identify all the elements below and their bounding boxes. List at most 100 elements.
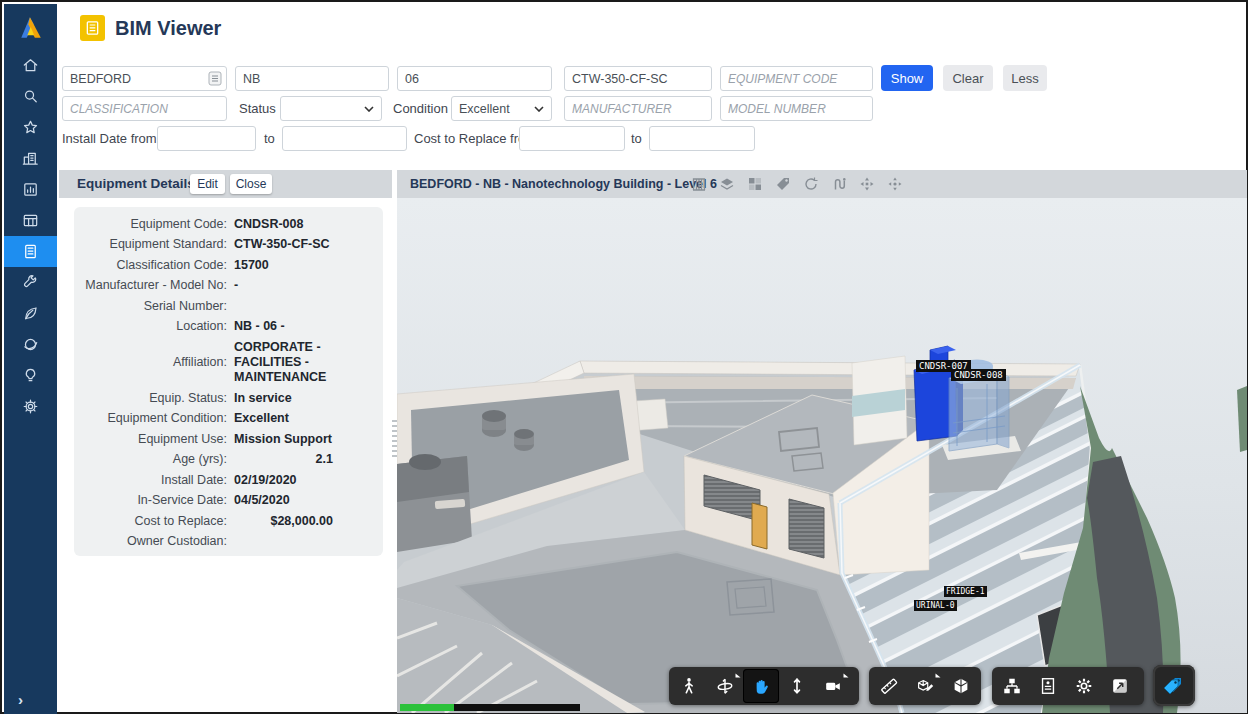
move-icon[interactable] xyxy=(859,176,875,192)
pipe-icon[interactable] xyxy=(831,176,847,192)
site-picker-icon[interactable] xyxy=(208,71,222,90)
cube-tool-button[interactable] xyxy=(943,669,979,703)
table-icon xyxy=(21,211,40,230)
tag-icon[interactable] xyxy=(775,176,791,192)
edit-button[interactable]: Edit xyxy=(190,174,225,194)
sidebar-item-space[interactable] xyxy=(4,329,57,360)
fullscreen-button[interactable] xyxy=(1102,669,1138,703)
cost-to-input[interactable] xyxy=(649,126,755,151)
install-date-to-input[interactable] xyxy=(282,126,407,151)
detail-value: - xyxy=(234,278,238,293)
clear-button[interactable]: Clear xyxy=(943,65,993,91)
properties-panel-button[interactable] xyxy=(1030,669,1066,703)
detail-label: Location: xyxy=(74,319,234,334)
detail-label: Equip. Status: xyxy=(74,391,234,406)
detail-label: Owner Custodian: xyxy=(74,534,234,549)
install-date-from-input[interactable] xyxy=(157,126,256,151)
condition-select[interactable]: Excellent xyxy=(451,96,552,121)
detail-row: Serial Number: xyxy=(74,296,383,317)
load-progress-bar xyxy=(400,704,580,711)
sidebar-item-energy[interactable] xyxy=(4,360,57,391)
equipment-label-urinal[interactable]: URINAL-0 xyxy=(914,600,957,611)
home-icon xyxy=(21,56,40,75)
close-button[interactable]: Close xyxy=(230,174,272,194)
site-input[interactable] xyxy=(62,66,227,91)
equipment-code-input[interactable] xyxy=(720,66,873,91)
equipment-label-fridge[interactable]: FRIDGE-1 xyxy=(944,586,987,597)
camera-tool-button[interactable] xyxy=(815,669,851,703)
detail-value: 15700 xyxy=(234,258,269,273)
sidebar-item-tools[interactable] xyxy=(4,267,57,298)
status-select[interactable] xyxy=(280,96,382,121)
sidebar-item-reports[interactable] xyxy=(4,174,57,205)
elevate-tool-button[interactable] xyxy=(779,669,815,703)
detail-label: In-Service Date: xyxy=(74,493,234,508)
sidebar-item-bim-viewer[interactable] xyxy=(4,236,57,267)
condition-select-value: Excellent xyxy=(459,102,510,116)
model-tree-button[interactable] xyxy=(994,669,1030,703)
sidebar-item-table[interactable] xyxy=(4,205,57,236)
floor-input[interactable] xyxy=(397,66,552,91)
manufacturer-input[interactable] xyxy=(564,96,712,121)
wrench-icon xyxy=(21,273,40,292)
logo-icon xyxy=(18,14,44,40)
detail-row: Age (yrs):2.1 xyxy=(74,450,383,471)
classification-input[interactable] xyxy=(62,96,227,121)
sidebar-item-favorites[interactable] xyxy=(4,112,57,143)
sidebar-item-settings[interactable] xyxy=(4,391,57,422)
orbit-refresh-icon[interactable] xyxy=(803,176,819,192)
bim-viewer-icon xyxy=(21,242,40,261)
gear-icon xyxy=(21,397,40,416)
cost-from-input[interactable] xyxy=(519,126,625,151)
detail-label: Equipment Condition: xyxy=(74,411,234,426)
show-button[interactable]: Show xyxy=(881,65,933,91)
sidebar-item-sustainability[interactable] xyxy=(4,298,57,329)
measure-tool-button[interactable] xyxy=(871,669,907,703)
tags-toggle-button[interactable] xyxy=(1153,665,1195,706)
detail-label: Equipment Standard: xyxy=(74,237,234,252)
detail-value: 02/19/2020 xyxy=(234,473,297,488)
viewports-icon[interactable] xyxy=(747,176,763,192)
building-icon[interactable] xyxy=(691,176,707,192)
detail-label: Age (yrs): xyxy=(74,452,234,467)
sidebar-item-search[interactable] xyxy=(4,81,57,112)
equipment-standard-input[interactable] xyxy=(564,66,712,91)
model-number-input[interactable] xyxy=(720,96,873,121)
report-icon xyxy=(21,180,40,199)
model-edit-tool-button[interactable] xyxy=(907,669,943,703)
sidebar: › xyxy=(4,4,57,714)
cost-to-label: to xyxy=(631,126,642,151)
detail-label: Equipment Code: xyxy=(74,217,234,232)
pan-hand-tool-button[interactable] xyxy=(743,669,779,703)
detail-row: Classification Code:15700 xyxy=(74,255,383,276)
toolbar-panels-group xyxy=(992,667,1144,705)
viewer-title: BEDFORD - NB - Nanotechnology Building -… xyxy=(410,170,717,198)
equipment-details-card: Equipment Code:CNDSR-008Equipment Standa… xyxy=(74,207,383,556)
walk-tool-button[interactable] xyxy=(671,669,707,703)
app-logo[interactable] xyxy=(4,4,57,50)
detail-label: Cost to Replace: xyxy=(74,514,234,529)
app-window: › BIM Viewer Show Clear Less Status Cond… xyxy=(0,0,1248,714)
sidebar-item-home[interactable] xyxy=(4,50,57,81)
detail-value: NB - 06 - xyxy=(234,319,285,334)
lightbulb-icon xyxy=(21,366,40,385)
orbit-tool-button[interactable] xyxy=(707,669,743,703)
settings-button[interactable] xyxy=(1066,669,1102,703)
3d-viewport[interactable]: CNDSR-007 CNDSR-008 FRIDGE-1 URINAL-0 xyxy=(397,198,1247,713)
globe-icon xyxy=(21,335,40,354)
condition-label: Condition xyxy=(393,96,448,121)
detail-label: Manufacturer - Model No: xyxy=(74,278,234,293)
detail-row: Install Date:02/19/2020 xyxy=(74,470,383,491)
equipment-details-header: Equipment Details Edit Close xyxy=(59,170,392,198)
building-input[interactable] xyxy=(235,66,389,91)
install-date-to-label: to xyxy=(264,126,275,151)
detail-value: Mission Support xyxy=(234,432,332,447)
less-button[interactable]: Less xyxy=(1003,65,1047,91)
layers-icon[interactable] xyxy=(719,176,735,192)
sidebar-item-buildings[interactable] xyxy=(4,143,57,174)
equipment-label-cndsr-008[interactable]: CNDSR-008 xyxy=(951,369,1006,381)
detail-value: 2.1 xyxy=(234,452,333,467)
sidebar-expand-chevron[interactable]: › xyxy=(18,691,23,708)
status-label: Status xyxy=(239,96,276,121)
pan-icon[interactable] xyxy=(887,176,903,192)
